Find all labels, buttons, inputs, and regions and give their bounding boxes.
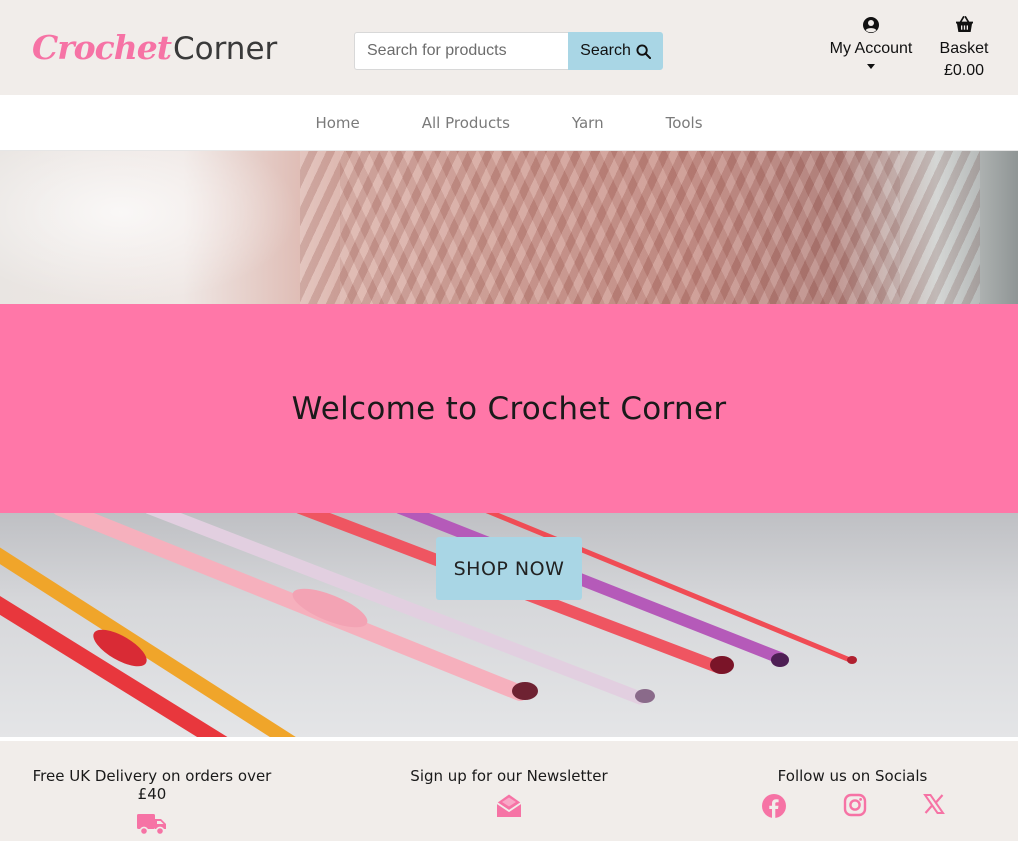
hero-yarn-highlight bbox=[0, 151, 300, 304]
search-icon bbox=[636, 43, 651, 59]
chevron-down-icon bbox=[867, 64, 875, 69]
site-footer: Free UK Delivery on orders over £40 Sign… bbox=[0, 737, 1018, 841]
my-account-dropdown[interactable]: My Account bbox=[822, 16, 920, 69]
search-button[interactable]: Search bbox=[568, 32, 663, 70]
facebook-icon[interactable] bbox=[761, 793, 787, 823]
socials-section: Follow us on Socials bbox=[730, 767, 975, 823]
newsletter-text: Sign up for our Newsletter bbox=[410, 767, 608, 785]
welcome-banner: Welcome to Crochet Corner bbox=[0, 304, 1018, 513]
nav-item-yarn[interactable]: Yarn bbox=[572, 114, 604, 132]
nav-item-home[interactable]: Home bbox=[315, 114, 359, 132]
site-header: Crochet Corner Search My Account Basket … bbox=[0, 0, 1018, 95]
basket-link[interactable]: Basket £0.00 bbox=[930, 16, 998, 80]
envelope-open-icon bbox=[495, 793, 523, 823]
search-input[interactable] bbox=[354, 32, 568, 70]
socials-text: Follow us on Socials bbox=[777, 767, 928, 785]
basket-total: £0.00 bbox=[943, 62, 985, 79]
basket-icon bbox=[930, 16, 998, 38]
user-circle-icon bbox=[822, 16, 920, 38]
free-delivery-info: Free UK Delivery on orders over £40 bbox=[22, 767, 282, 841]
hero-hooks-image: SHOP NOW bbox=[0, 513, 1018, 737]
truck-icon bbox=[136, 811, 168, 841]
free-delivery-text: Free UK Delivery on orders over £40 bbox=[32, 767, 272, 803]
newsletter-signup[interactable]: Sign up for our Newsletter bbox=[386, 767, 632, 823]
logo-crochet-text: Crochet bbox=[32, 28, 172, 67]
search-form: Search bbox=[354, 32, 663, 70]
shop-now-button[interactable]: SHOP NOW bbox=[436, 537, 582, 600]
search-button-label: Search bbox=[580, 42, 631, 59]
hero-yarn-strands-cross bbox=[340, 151, 900, 304]
logo-corner-text: Corner bbox=[173, 31, 278, 67]
x-twitter-icon[interactable] bbox=[922, 793, 945, 823]
main-nav: Home All Products Yarn Tools bbox=[0, 95, 1018, 151]
nav-item-all-products[interactable]: All Products bbox=[422, 114, 510, 132]
basket-label: Basket bbox=[939, 40, 989, 57]
welcome-heading: Welcome to Crochet Corner bbox=[291, 390, 727, 427]
my-account-label: My Account bbox=[829, 40, 913, 57]
site-logo[interactable]: Crochet Corner bbox=[32, 28, 277, 72]
hero-yarn-image bbox=[0, 151, 1018, 304]
instagram-icon[interactable] bbox=[843, 793, 867, 823]
nav-item-tools[interactable]: Tools bbox=[666, 114, 703, 132]
